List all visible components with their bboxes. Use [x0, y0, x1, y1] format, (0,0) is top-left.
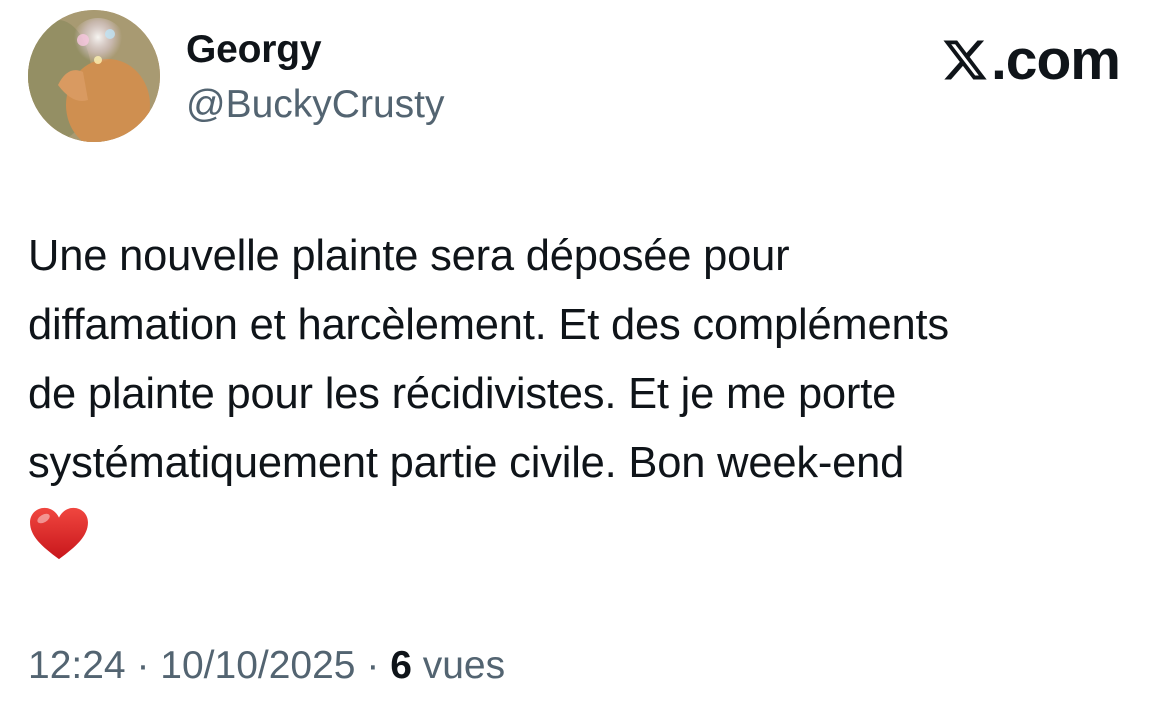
tweet-text-line: diffamation et harcèlement. Et des compl… [28, 301, 949, 349]
avatar-photo [28, 10, 160, 142]
tweet-text-line: systématiquement partie civile. Bon week… [28, 439, 905, 487]
red-heart-icon [30, 507, 88, 560]
tweet-date[interactable]: 10/10/2025 [160, 644, 355, 687]
tweet-text: Une nouvelle plainte sera déposée pour d… [28, 222, 1148, 562]
brand-watermark: .com [941, 28, 1121, 92]
tweet-card: Georgy @BuckyCrusty .com Une nouvelle pl… [0, 0, 1170, 704]
views-count[interactable]: 6 [390, 644, 412, 687]
meta-separator: · [136, 644, 150, 687]
views-label: vues [422, 644, 506, 687]
brand-domain: .com [990, 28, 1121, 92]
x-logo-icon [943, 40, 987, 80]
tweet-text-line: de plainte pour les récidivistes. Et je … [28, 370, 897, 418]
tweet-meta: 12:24 · 10/10/2025 · 6 vues [28, 640, 505, 692]
user-handle[interactable]: @BuckyCrusty [186, 80, 444, 130]
tweet-text-line: Une nouvelle plainte sera déposée pour [28, 232, 790, 280]
tweet-time[interactable]: 12:24 [28, 644, 126, 687]
author-block: Georgy @BuckyCrusty [186, 26, 444, 130]
display-name[interactable]: Georgy [186, 26, 444, 74]
avatar[interactable] [28, 10, 160, 142]
meta-separator: · [366, 644, 380, 687]
